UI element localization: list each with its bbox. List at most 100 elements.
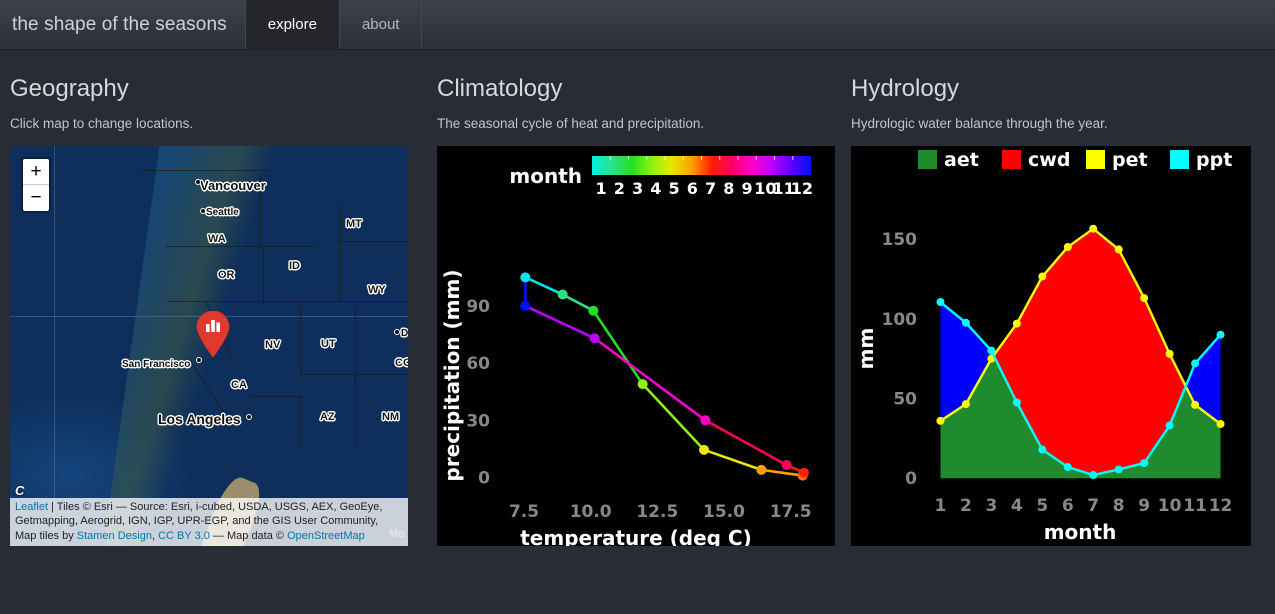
hydrology-xtick-label: 1 (935, 496, 947, 516)
hydrology-chart[interactable]: aetcwdpetpptrr050100150123456789101112mo… (851, 146, 1273, 546)
hydrology-title: Hydrology (851, 75, 960, 102)
hydrology-ppt-point[interactable] (1063, 463, 1072, 472)
hydrology-ppt-point[interactable] (1140, 459, 1149, 468)
climatology-point[interactable] (699, 444, 709, 455)
map-state-border (250, 396, 304, 398)
map-city-dot (200, 208, 206, 214)
map-corner-label-c: C (15, 483, 25, 498)
climatology-chart[interactable]: month 1 2 3 4 5 6 7 8 9 10 11 12 0 30 60 90 7.5 10.0 12.5 15… (437, 146, 835, 550)
panel-geography: Geography Click map to change locations. (0, 50, 425, 546)
hydrology-pet-point[interactable] (1038, 272, 1047, 281)
climatology-ytick-label: 30 (466, 411, 490, 431)
climatology-xtick-label: 15.0 (703, 502, 745, 522)
openstreetmap-link[interactable]: OpenStreetMap (287, 530, 365, 542)
colorbar-tick-label: 3 (632, 179, 643, 198)
hydrology-pet-point[interactable] (1216, 420, 1225, 429)
hydrology-legend-label: ppt (1196, 149, 1232, 171)
hydrology-ppt-point[interactable] (936, 298, 945, 307)
hydrology-pet-point[interactable] (1165, 349, 1174, 358)
geography-subtitle: Click map to change locations. (10, 116, 194, 131)
colorbar-tick-label: 4 (650, 179, 661, 198)
map-zoom-in-button[interactable]: + (23, 159, 49, 185)
hydrology-ppt-point[interactable] (961, 318, 970, 327)
hydrology-pet-point[interactable] (1114, 245, 1123, 254)
map-state-border (338, 301, 408, 303)
hydrology-pet-point[interactable] (1089, 224, 1098, 233)
hydrology-ppt-point[interactable] (1191, 359, 1200, 368)
climatology-point[interactable] (700, 415, 711, 426)
attribution-line1-rest: | Tiles © Esri — Source: Esri, i-cubed, … (48, 500, 383, 513)
climatology-ytick-label: 60 (466, 354, 490, 374)
climatology-segment (561, 293, 595, 312)
map-state-border (340, 206, 342, 301)
climatology-segment (524, 276, 564, 296)
panel-climatology: Climatology The seasonal cycle of heat a… (425, 50, 851, 550)
climatology-segment (702, 448, 763, 472)
map-zoom-out-button[interactable]: − (23, 185, 49, 211)
colorbar-tick-label: 1 (596, 179, 607, 198)
hydrology-xtick-label: 12 (1209, 496, 1233, 516)
map-country-border (140, 170, 270, 172)
map-state-border (337, 241, 408, 243)
climatology-point[interactable] (781, 460, 792, 471)
app-brand[interactable]: the shape of the seasons (0, 0, 246, 49)
hydrology-legend-label: cwd (1028, 149, 1070, 171)
hydrology-ppt-point[interactable] (1012, 398, 1021, 407)
hydrology-ppt-point[interactable] (1165, 421, 1174, 430)
colorbar-tick-label: 7 (705, 179, 716, 198)
climatology-point[interactable] (799, 467, 809, 478)
colorbar-tick-label: 9 (742, 179, 753, 198)
hydrology-ppt-point[interactable] (1038, 445, 1047, 454)
map-corner-label-mo: Mo (389, 528, 405, 540)
climatology-point[interactable] (589, 333, 600, 344)
climatology-point[interactable] (588, 305, 599, 316)
attribution-line3-pre: Map tiles by (15, 529, 77, 542)
climatology-point[interactable] (756, 464, 767, 475)
hydrology-xtick-label: 6 (1062, 496, 1074, 516)
nav-tab-about[interactable]: about (340, 0, 423, 49)
panel-hydrology: Hydrology Hydrologic water balance throu… (851, 50, 1275, 546)
hydrology-ppt-point[interactable] (1216, 330, 1225, 339)
hydrology-legend-swatch[interactable] (1002, 150, 1021, 169)
nav-tab-explore[interactable]: explore (245, 0, 340, 49)
leaflet-map[interactable]: Central California + − C Mo WAMTORIDWYNV… (10, 146, 408, 546)
climatology-segment (704, 418, 788, 467)
climatology-xtick-label: 7.5 (509, 502, 539, 522)
map-state-border (300, 301, 302, 376)
hydrology-xtick-label: 11 (1183, 496, 1207, 516)
hydrology-pet-point[interactable] (1012, 319, 1021, 328)
hydrology-pet-point[interactable] (1191, 400, 1200, 409)
map-state-border (166, 246, 316, 248)
climatology-point[interactable] (637, 379, 648, 390)
hydrology-pet-point[interactable] (1140, 294, 1149, 303)
hydrology-pet-point[interactable] (961, 400, 970, 409)
colorbar-tick-label: 2 (614, 179, 625, 198)
hydrology-legend-swatch[interactable] (1170, 150, 1189, 169)
map-tile-gridline (54, 146, 55, 546)
climatology-point[interactable] (557, 289, 568, 300)
hydrology-pet-point[interactable] (936, 416, 945, 425)
map-city-dot (394, 329, 400, 335)
hydrology-legend-swatch[interactable] (1086, 150, 1105, 169)
hydrology-xtick-label: 5 (1036, 496, 1048, 516)
colorbar-tick-label: 12 (791, 179, 813, 198)
climatology-yaxis-label: precipitation (mm) (440, 269, 464, 481)
hydrology-pet-point[interactable] (1063, 243, 1072, 252)
hydrology-legend-label: aet (944, 149, 979, 171)
hydrology-legend-swatch[interactable] (918, 150, 937, 169)
leaflet-link[interactable]: Leaflet (15, 501, 48, 513)
hydrology-ytick-label: 100 (882, 310, 918, 330)
ccby-link[interactable]: CC BY 3.0 (158, 530, 210, 542)
hydrology-ppt-point[interactable] (987, 346, 996, 355)
climatology-point[interactable] (520, 272, 531, 283)
hydrology-ppt-point[interactable] (1114, 465, 1123, 474)
climatology-point[interactable] (520, 300, 531, 311)
hydrology-xaxis-label: month (1044, 520, 1117, 544)
hydrology-ytick-label: 50 (893, 390, 917, 410)
hydrology-ppt-point[interactable] (1089, 471, 1098, 480)
climatology-segment (641, 382, 706, 452)
stamen-link[interactable]: Stamen Design (77, 530, 152, 542)
map-zoom-control[interactable]: + − (21, 157, 51, 213)
geography-title: Geography (10, 75, 129, 102)
map-location-marker[interactable] (196, 310, 230, 358)
